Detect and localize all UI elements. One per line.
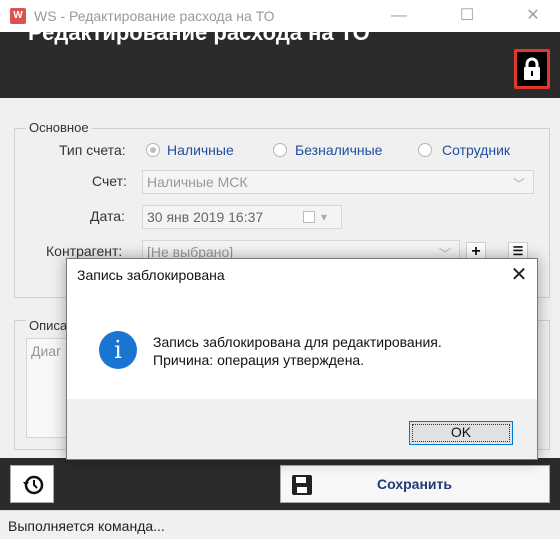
info-icon: i	[99, 331, 137, 369]
description-group-label: Описа	[26, 318, 71, 333]
dialog-message-line2: Причина: операция утверждена.	[153, 352, 365, 368]
radio-cash-label[interactable]: Наличные	[167, 142, 234, 158]
counterparty-label: Контрагент:	[46, 243, 123, 259]
date-value: 30 янв 2019 16:37	[147, 209, 264, 225]
history-icon	[23, 475, 44, 495]
account-value: Наличные МСК	[147, 174, 248, 190]
account-select[interactable]: Наличные МСК ﹀	[142, 170, 534, 194]
account-label: Счет:	[92, 173, 127, 189]
account-type-label: Тип счета:	[59, 142, 126, 158]
window-close-button[interactable]: ✕	[510, 0, 556, 32]
locked-record-dialog: Запись заблокирована ✕ i Запись заблокир…	[66, 258, 538, 460]
dialog-close-button[interactable]: ✕	[501, 259, 537, 291]
calendar-icon[interactable]	[303, 211, 315, 223]
chevron-down-icon[interactable]: ▾	[321, 210, 327, 224]
dialog-title: Запись заблокирована	[77, 267, 225, 283]
date-label: Дата:	[90, 208, 125, 224]
maximize-button[interactable]: ☐	[444, 0, 490, 32]
history-button[interactable]	[10, 465, 54, 503]
ok-button[interactable]: OK	[409, 421, 513, 445]
main-group-label: Основное	[26, 120, 92, 135]
minimize-button[interactable]: —	[376, 0, 422, 32]
save-button-label: Сохранить	[377, 476, 452, 492]
lock-icon	[524, 57, 540, 80]
radio-cashless[interactable]	[273, 143, 287, 157]
lock-button[interactable]	[514, 49, 550, 89]
description-placeholder: Диаг	[31, 343, 62, 359]
status-text: Выполняется команда...	[8, 518, 165, 534]
date-picker[interactable]: 30 янв 2019 16:37 ▾	[142, 205, 342, 229]
status-bar: Выполняется команда...	[0, 510, 560, 539]
radio-employee-label[interactable]: Сотрудник	[442, 142, 510, 158]
chevron-down-icon: ﹀	[513, 177, 526, 191]
dialog-message-line1: Запись заблокирована для редактирования.	[153, 334, 442, 350]
radio-cashless-label[interactable]: Безналичные	[295, 142, 382, 158]
app-icon: W	[10, 8, 26, 24]
floppy-disk-icon	[292, 475, 312, 495]
page-title: Редактирование расхода на ТО	[28, 20, 370, 45]
save-button[interactable]: Сохранить	[280, 465, 550, 503]
radio-employee[interactable]	[418, 143, 432, 157]
radio-cash[interactable]	[146, 143, 160, 157]
